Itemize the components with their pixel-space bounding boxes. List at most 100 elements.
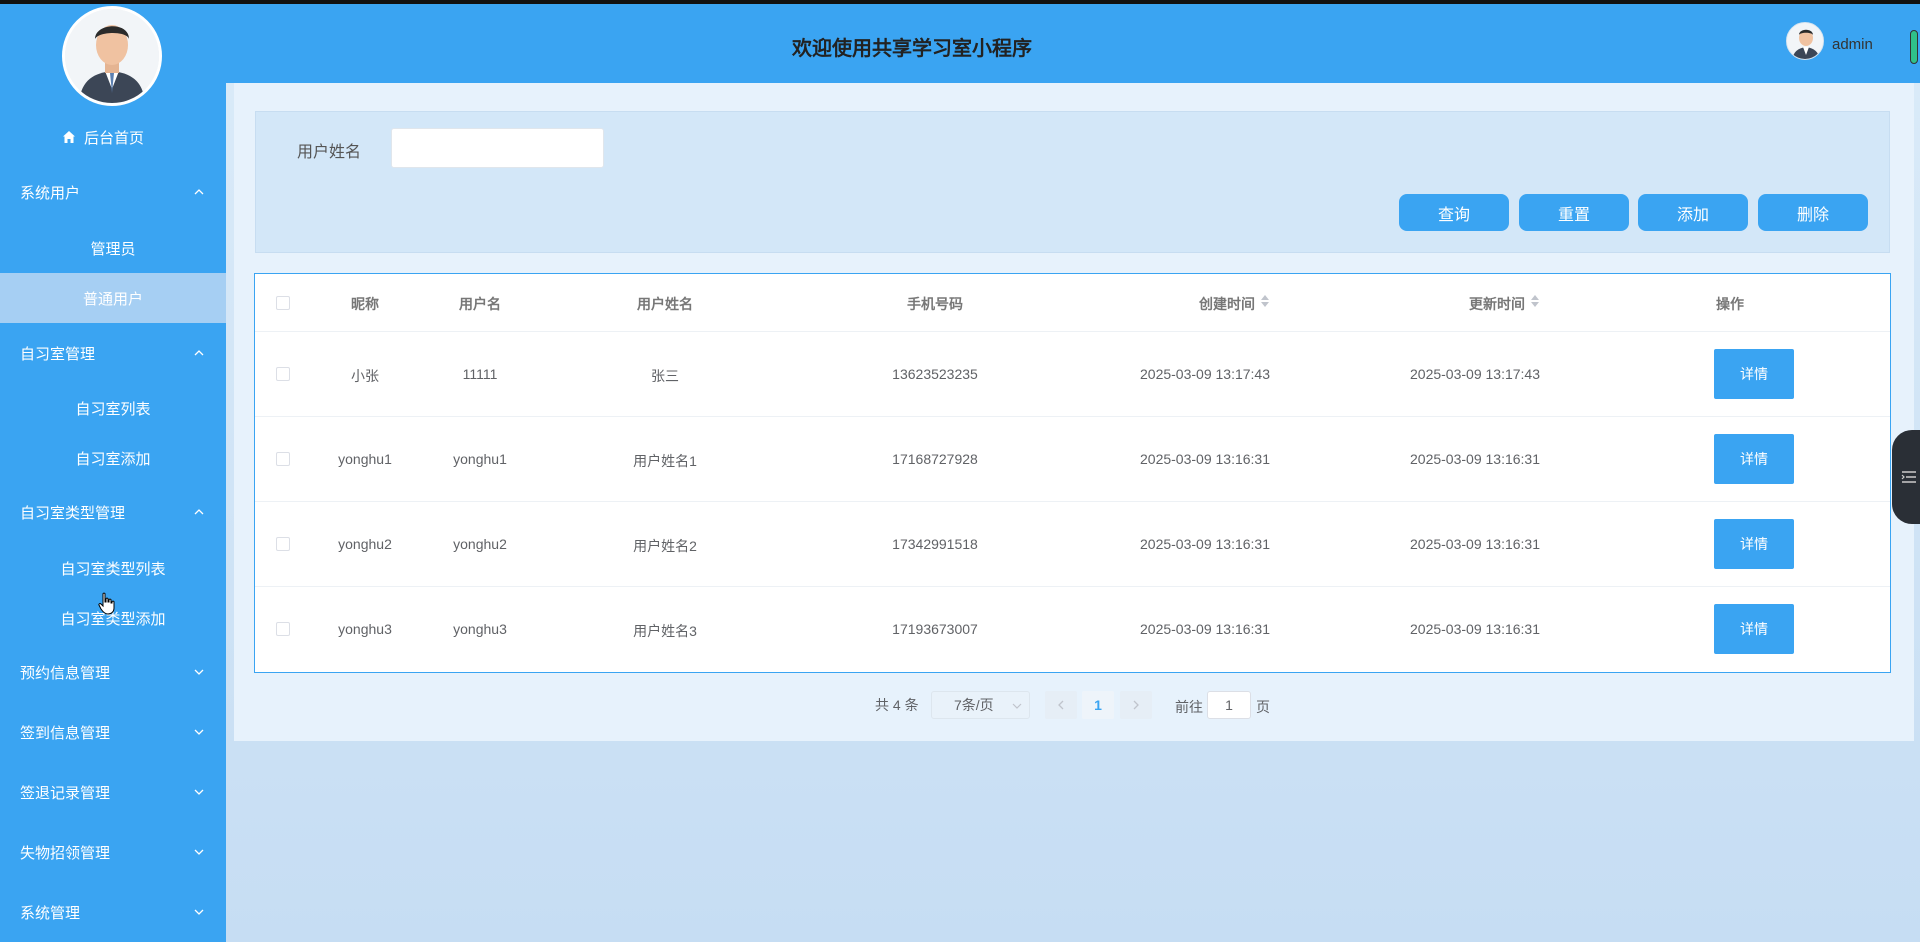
page-suffix-label: 页: [1256, 699, 1270, 715]
chevron-down-icon: [194, 849, 204, 855]
cell-username: yonghu2: [453, 536, 507, 552]
next-page-button[interactable]: [1120, 691, 1152, 719]
add-button[interactable]: 添加: [1638, 194, 1748, 231]
sidebar-group-check-in[interactable]: 签到信息管理: [0, 712, 226, 752]
table-row: yonghu2 yonghu2 用户姓名2 17342991518 2025-0…: [255, 502, 1890, 587]
cell-updated: 2025-03-09 13:16:31: [1410, 451, 1540, 467]
cell-nickname: yonghu1: [338, 451, 392, 467]
sidebar-home-label: 后台首页: [84, 129, 145, 147]
sidebar-item-study-room-list[interactable]: 自习室列表: [0, 387, 226, 429]
cell-username: yonghu3: [453, 621, 507, 637]
sidebar-item-label: 普通用户: [82, 290, 143, 308]
menu-list-icon: [1901, 471, 1916, 483]
query-button[interactable]: 查询: [1399, 194, 1509, 231]
table-row: yonghu1 yonghu1 用户姓名1 17168727928 2025-0…: [255, 417, 1890, 502]
page-number-current[interactable]: 1: [1082, 691, 1114, 719]
cell-phone: 13623523235: [892, 366, 978, 382]
table-row: 小张 11111 张三 13623523235 2025-03-09 13:17…: [255, 332, 1890, 417]
scrollbar-thumb[interactable]: [1910, 30, 1918, 64]
sidebar-home-link[interactable]: 后台首页: [62, 126, 144, 148]
chevron-up-icon: [194, 350, 204, 356]
sidebar-group-label: 签退记录管理: [20, 784, 111, 802]
sidebar-group-room-types[interactable]: 自习室类型管理: [0, 492, 226, 532]
cell-nickname: yonghu3: [338, 621, 392, 637]
sidebar-item-label: 管理员: [90, 240, 136, 258]
users-table: 昵称 用户名 用户姓名 手机号码 创建时间 更新时间 操作 小张 11111 张…: [254, 273, 1891, 673]
row-checkbox[interactable]: [276, 367, 290, 381]
sort-icon[interactable]: [1260, 294, 1270, 312]
sidebar-group-study-rooms[interactable]: 自习室管理: [0, 333, 226, 373]
column-header: 昵称: [351, 296, 379, 312]
row-checkbox[interactable]: [276, 452, 290, 466]
column-header: 创建时间: [1199, 296, 1255, 312]
sidebar-group-system-admin[interactable]: 系统管理: [0, 892, 226, 932]
column-header: 用户名: [459, 296, 501, 312]
hand-cursor-icon: [98, 592, 115, 615]
page-size-select[interactable]: 7条/页: [931, 691, 1030, 719]
cell-phone: 17168727928: [892, 451, 978, 467]
sidebar-item-study-room-add[interactable]: 自习室添加: [0, 437, 226, 479]
admin-avatar: [62, 6, 162, 106]
cell-nickname: 小张: [351, 368, 379, 384]
sidebar-group-reservations[interactable]: 预约信息管理: [0, 652, 226, 692]
floating-side-tab[interactable]: [1892, 430, 1920, 524]
sidebar-item-normal-users[interactable]: 普通用户: [0, 273, 226, 323]
prev-page-button[interactable]: [1045, 691, 1077, 719]
select-all-checkbox[interactable]: [276, 296, 290, 310]
cell-created: 2025-03-09 13:17:43: [1140, 366, 1270, 382]
user-avatar[interactable]: [1786, 22, 1824, 60]
column-header: 更新时间: [1469, 296, 1525, 312]
chevron-down-icon: [1012, 703, 1022, 709]
cell-username: yonghu1: [453, 451, 507, 467]
delete-button[interactable]: 删除: [1758, 194, 1868, 231]
sidebar-group-lost-found[interactable]: 失物招领管理: [0, 832, 226, 872]
chevron-down-icon: [194, 729, 204, 735]
row-checkbox[interactable]: [276, 622, 290, 636]
sidebar-group-label: 系统管理: [20, 904, 81, 922]
sidebar-group-label: 自习室类型管理: [20, 504, 126, 522]
sidebar-group-system-users[interactable]: 系统用户: [0, 172, 226, 212]
avatar-portrait-icon: [1787, 23, 1823, 59]
table-header-row: 昵称 用户名 用户姓名 手机号码 创建时间 更新时间 操作: [255, 274, 1890, 332]
cell-phone: 17193673007: [892, 621, 978, 637]
cell-created: 2025-03-09 13:16:31: [1140, 536, 1270, 552]
cell-created: 2025-03-09 13:16:31: [1140, 451, 1270, 467]
page-size-value: 7条/页: [954, 697, 994, 713]
top-header: 欢迎使用共享学习室小程序 admin: [226, 0, 1920, 83]
cell-realname: 用户姓名1: [633, 453, 697, 469]
column-header: 用户姓名: [637, 296, 693, 312]
detail-button[interactable]: 详情: [1714, 519, 1794, 569]
cell-realname: 用户姓名2: [633, 538, 697, 554]
sidebar-item-admins[interactable]: 管理员: [0, 227, 226, 269]
sidebar-group-label: 预约信息管理: [20, 664, 111, 682]
chevron-up-icon: [194, 189, 204, 195]
cell-phone: 17342991518: [892, 536, 978, 552]
sidebar-item-label: 自习室添加: [75, 450, 151, 468]
cell-nickname: yonghu2: [338, 536, 392, 552]
sidebar-item-room-type-list[interactable]: 自习室类型列表: [0, 547, 226, 589]
reset-button[interactable]: 重置: [1519, 194, 1629, 231]
cell-created: 2025-03-09 13:16:31: [1140, 621, 1270, 637]
sort-icon[interactable]: [1530, 294, 1540, 312]
sidebar-group-check-out[interactable]: 签退记录管理: [0, 772, 226, 812]
goto-page-input[interactable]: [1207, 691, 1251, 719]
chevron-left-icon: [1058, 700, 1064, 710]
row-checkbox[interactable]: [276, 537, 290, 551]
chevron-down-icon: [194, 909, 204, 915]
chevron-down-icon: [194, 789, 204, 795]
username-label[interactable]: admin: [1832, 36, 1873, 53]
cell-updated: 2025-03-09 13:16:31: [1410, 536, 1540, 552]
sidebar-item-label: 自习室列表: [75, 400, 151, 418]
detail-button[interactable]: 详情: [1714, 349, 1794, 399]
cell-realname: 用户姓名3: [633, 623, 697, 639]
chevron-up-icon: [194, 509, 204, 515]
search-input[interactable]: [391, 128, 604, 168]
detail-button[interactable]: 详情: [1714, 604, 1794, 654]
table-row: yonghu3 yonghu3 用户姓名3 17193673007 2025-0…: [255, 587, 1890, 672]
page-title: 欢迎使用共享学习室小程序: [792, 38, 1032, 60]
sidebar-group-label: 失物招领管理: [20, 844, 111, 862]
chevron-down-icon: [194, 669, 204, 675]
chevron-right-icon: [1133, 700, 1139, 710]
cell-updated: 2025-03-09 13:17:43: [1410, 366, 1540, 382]
detail-button[interactable]: 详情: [1714, 434, 1794, 484]
